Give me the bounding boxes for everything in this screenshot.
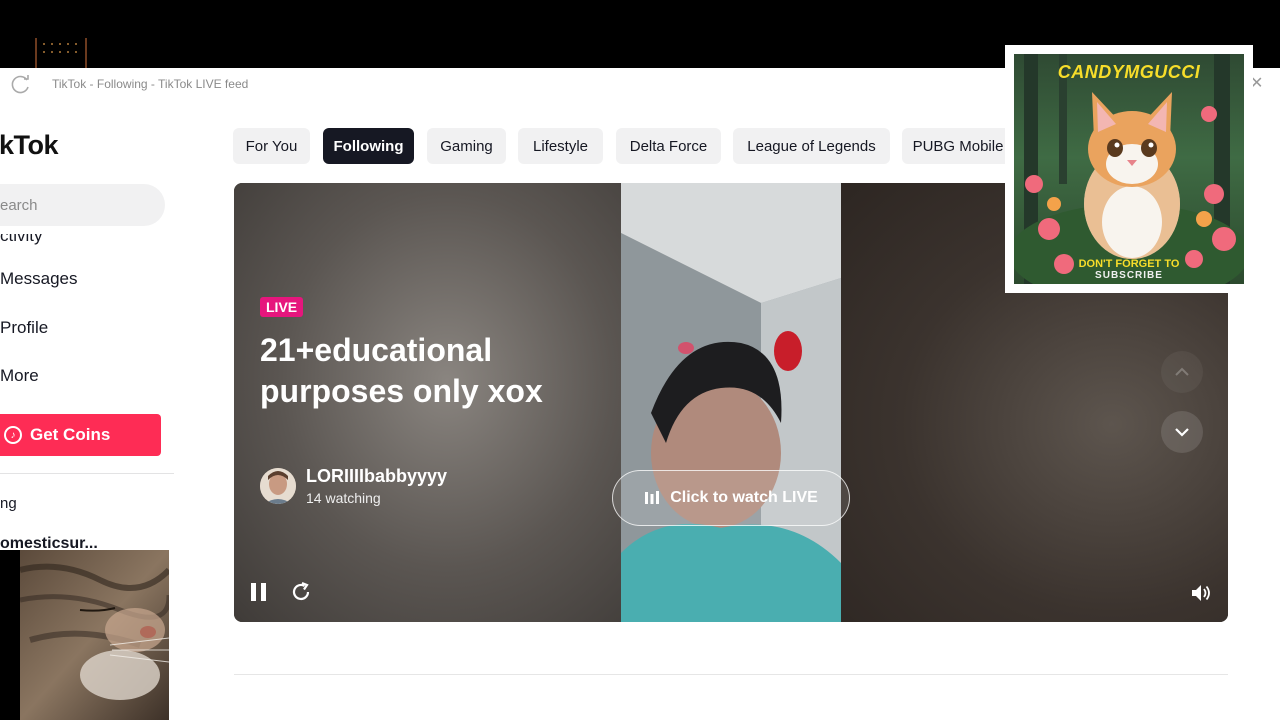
viewer-count: 14 watching: [306, 490, 381, 506]
tab-pubg-mobile[interactable]: PUBG Mobile: [902, 128, 1014, 164]
tab-title: TikTok - Following - TikTok LIVE feed: [52, 77, 249, 91]
chevron-up-icon: [1175, 367, 1189, 376]
chevron-down-icon: [1175, 428, 1189, 437]
sidebar-item-profile[interactable]: Profile: [0, 318, 48, 338]
channel-sticker: CANDYMGUCCI DON'T FORGET TO SUBSCRIBE: [1005, 45, 1253, 293]
watch-live-button[interactable]: Click to watch LIVE: [612, 470, 850, 526]
live-badge: LIVE: [260, 297, 304, 317]
subscribe-line-1: DON'T FORGET TO: [1078, 258, 1180, 270]
avatar[interactable]: [260, 468, 296, 504]
content-divider: [234, 674, 1228, 675]
live-bars-icon: [645, 491, 660, 504]
pause-icon[interactable]: [248, 581, 270, 603]
search-input[interactable]: [0, 184, 140, 226]
cat-photo: [20, 550, 169, 720]
tab-following[interactable]: Following: [323, 128, 414, 164]
previous-live-button[interactable]: [1161, 351, 1203, 393]
sidebar-divider: [0, 473, 174, 474]
subscribe-line-2: SUBSCRIBE: [1095, 270, 1163, 281]
tab-gaming[interactable]: Gaming: [427, 128, 506, 164]
stream-title[interactable]: 21+educational purposes only xox: [260, 330, 590, 412]
sidebar-item-more[interactable]: More: [0, 366, 39, 386]
coin-icon: ♪: [4, 426, 22, 444]
channel-name: CANDYMGUCCI: [1057, 62, 1201, 82]
host-name[interactable]: LORIIIIbabbyyyy: [306, 466, 447, 487]
tiktok-logo[interactable]: ikTok: [0, 130, 59, 161]
search-bar[interactable]: [0, 184, 165, 226]
refresh-icon[interactable]: [290, 581, 312, 603]
sidebar-item-activity[interactable]: ctivity: [0, 234, 43, 246]
volume-icon[interactable]: [1190, 583, 1212, 603]
get-coins-button[interactable]: ♪ Get Coins: [0, 414, 161, 456]
sidebar-item-messages[interactable]: Messages: [0, 269, 77, 289]
tab-lifestyle[interactable]: Lifestyle: [518, 128, 603, 164]
tab-league-of-legends[interactable]: League of Legends: [733, 128, 890, 164]
reload-icon[interactable]: [10, 74, 32, 96]
cat-illustration: CANDYMGUCCI DON'T FORGET TO SUBSCRIBE: [1014, 54, 1244, 284]
live-stream-frame[interactable]: [621, 183, 841, 622]
following-accounts-label: ng: [0, 495, 17, 512]
next-live-button[interactable]: [1161, 411, 1203, 453]
tab-delta-force[interactable]: Delta Force: [616, 128, 721, 164]
get-coins-label: Get Coins: [30, 425, 111, 444]
overlay-black-edge: [0, 550, 20, 720]
watch-live-label: Click to watch LIVE: [670, 489, 818, 506]
tab-for-you[interactable]: For You: [233, 128, 310, 164]
